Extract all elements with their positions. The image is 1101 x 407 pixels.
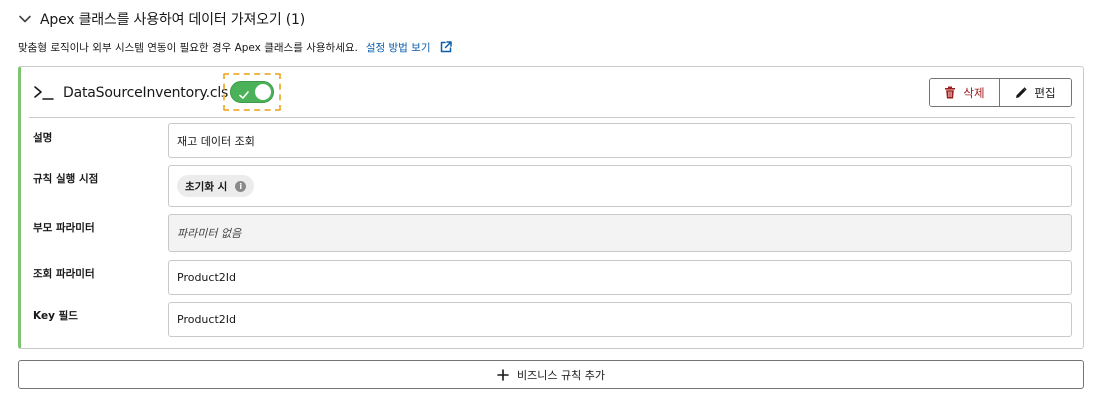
card-divider <box>29 117 1075 118</box>
add-business-rule-label: 비즈니스 규칙 추가 <box>517 368 605 382</box>
info-icon[interactable]: i <box>235 180 247 192</box>
toggle-knob <box>255 84 271 100</box>
description-label: 설명 <box>33 132 53 144</box>
section-header[interactable]: Apex 클래스를 사용하여 데이터 가져오기 (1) <box>18 8 305 30</box>
apex-class-name: DataSourceInventory.cls <box>63 85 229 101</box>
execution-timing-field[interactable]: 초기화 시 i <box>168 165 1072 207</box>
external-link-icon[interactable] <box>439 40 453 54</box>
active-toggle-focus <box>223 73 281 111</box>
section-title: Apex 클래스를 사용하여 데이터 가져오기 (1) <box>40 12 305 28</box>
description-value: 재고 데이터 조회 <box>177 134 255 148</box>
key-field-label: Key 필드 <box>33 310 78 322</box>
check-icon <box>238 86 250 105</box>
card-actions: 삭제 편집 <box>929 78 1072 107</box>
plus-icon <box>497 368 509 381</box>
active-toggle[interactable] <box>230 81 274 103</box>
description-field[interactable]: 재고 데이터 조회 <box>168 123 1072 158</box>
chevron-down-icon[interactable] <box>18 12 32 26</box>
edit-label: 편집 <box>1034 85 1056 100</box>
add-business-rule-button[interactable]: 비즈니스 규칙 추가 <box>18 360 1084 389</box>
pencil-icon <box>1015 86 1028 99</box>
description-text: 맞춤형 로직이나 외부 시스템 연동이 필요한 경우 Apex 클래스를 사용하… <box>18 41 358 54</box>
apex-class-icon <box>33 83 55 103</box>
parent-parameter-label: 부모 파라미터 <box>33 222 95 234</box>
parent-parameter-value: 파라미터 없음 <box>177 227 242 240</box>
setup-guide-link[interactable]: 설정 방법 보기 <box>366 40 431 55</box>
query-parameter-field[interactable]: Product2Id <box>168 260 1072 295</box>
query-parameter-label: 조회 파라미터 <box>33 268 95 280</box>
query-parameter-value: Product2Id <box>177 271 236 284</box>
execution-timing-value: 초기화 시 <box>185 180 228 193</box>
card-header: DataSourceInventory.cls <box>33 73 228 113</box>
execution-timing-label: 규칙 실행 시점 <box>33 173 99 185</box>
edit-button[interactable]: 편집 <box>1000 79 1071 106</box>
execution-timing-pill: 초기화 시 i <box>177 175 255 197</box>
delete-label: 삭제 <box>963 85 985 100</box>
key-field-field[interactable]: Product2Id <box>168 302 1072 337</box>
parent-parameter-field: 파라미터 없음 <box>168 214 1072 252</box>
key-field-value: Product2Id <box>177 313 236 326</box>
trash-icon <box>944 86 956 99</box>
delete-button[interactable]: 삭제 <box>930 79 1000 106</box>
apex-class-card: DataSourceInventory.cls 삭제 편집 설명 재고 데이터 … <box>18 66 1084 349</box>
section-description: 맞춤형 로직이나 외부 시스템 연동이 필요한 경우 Apex 클래스를 사용하… <box>18 38 453 56</box>
